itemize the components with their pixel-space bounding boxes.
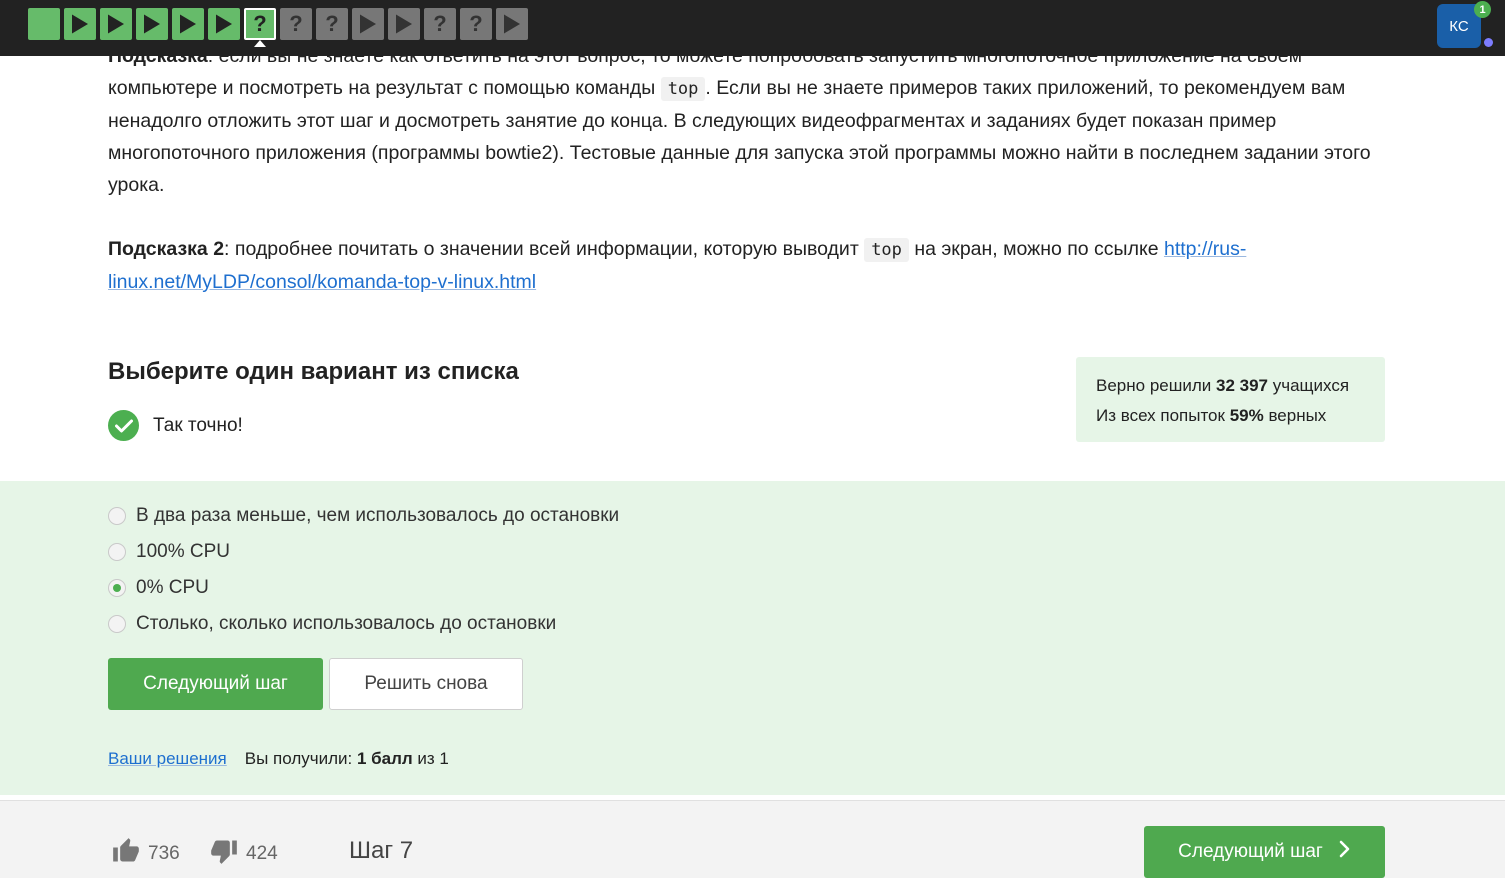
question-mark-icon: ?	[289, 11, 303, 36]
next-step-button[interactable]: Следующий шаг	[108, 658, 323, 710]
step-13-question[interactable]: ?	[460, 8, 492, 40]
chevron-right-icon	[1339, 840, 1351, 864]
step-content: Подсказка: если вы не знаете как ответит…	[108, 40, 1388, 298]
step-6-video[interactable]	[208, 8, 240, 40]
step-8-question[interactable]: ?	[280, 8, 312, 40]
play-icon	[180, 14, 196, 34]
step-footer: 736 424 Шаг 7 Следующий шаг	[0, 800, 1505, 878]
question-mark-icon: ?	[469, 11, 483, 36]
result-text: Так точно!	[153, 414, 243, 436]
step-11-video[interactable]	[388, 8, 420, 40]
step-12-question[interactable]: ?	[424, 8, 456, 40]
play-icon	[144, 14, 160, 34]
play-icon	[360, 14, 376, 34]
radio-button-selected[interactable]	[108, 579, 126, 597]
radio-button[interactable]	[108, 543, 126, 561]
answer-area: В два раза меньше, чем использовалось до…	[0, 481, 1505, 795]
score-text: Вы получили: 1 балл из 1	[244, 749, 449, 768]
stats-box: Верно решили 32 397 учащихся Из всех поп…	[1076, 357, 1385, 442]
step-progress-bar: ?????	[28, 8, 528, 47]
step-label: Шаг 7	[349, 837, 414, 864]
option-3[interactable]: 0% CPU	[108, 577, 209, 599]
step-10-video[interactable]	[352, 8, 384, 40]
question-mark-icon: ?	[433, 11, 447, 36]
option-label: 100% CPU	[136, 541, 230, 562]
step-9-question[interactable]: ?	[316, 8, 348, 40]
option-2[interactable]: 100% CPU	[108, 541, 230, 563]
option-4[interactable]: Столько, сколько использовалось до остан…	[108, 613, 556, 635]
footer-next-label: Следующий шаг	[1178, 841, 1323, 862]
option-label: 0% CPU	[136, 577, 209, 598]
play-icon	[504, 14, 520, 34]
option-label: В два раза меньше, чем использовалось до…	[136, 505, 620, 526]
radio-button[interactable]	[108, 615, 126, 633]
option-label: Столько, сколько использовалось до остан…	[136, 613, 557, 634]
notification-badge: 1	[1474, 1, 1491, 18]
play-icon	[396, 14, 412, 34]
hint-1-paragraph: Подсказка: если вы не знаете как ответит…	[108, 40, 1388, 201]
quiz-title: Выберите один вариант из списка	[108, 358, 519, 385]
play-icon	[72, 14, 88, 34]
like-count: 736	[148, 843, 180, 864]
dislike-count: 424	[246, 843, 278, 864]
dislike-button[interactable]: 424	[210, 837, 278, 871]
current-step-marker	[254, 40, 266, 47]
footer-next-step-button[interactable]: Следующий шаг	[1144, 826, 1385, 878]
check-circle-icon	[108, 410, 139, 441]
hint-2-paragraph: Подсказка 2: подробнее почитать о значен…	[108, 233, 1388, 298]
code-top: top	[864, 238, 909, 262]
play-icon	[108, 14, 124, 34]
your-solutions-link[interactable]: Ваши решения	[108, 749, 227, 769]
status-dot	[1484, 38, 1493, 47]
hint-2-text-continued: на экран, можно по ссылке	[908, 238, 1164, 260]
radio-button[interactable]	[108, 507, 126, 525]
top-bar: ????? КС 1	[0, 0, 1505, 56]
question-mark-icon: ?	[253, 11, 267, 36]
step-2-video[interactable]	[64, 8, 96, 40]
thumbs-down-icon	[210, 837, 238, 871]
thumbs-up-icon	[112, 837, 140, 871]
hint-2-text: : подробнее почитать о значении всей инф…	[224, 238, 865, 260]
hint-2-label: Подсказка 2	[108, 238, 225, 260]
step-3-video[interactable]	[100, 8, 132, 40]
step-4-video[interactable]	[136, 8, 168, 40]
attempts-stat: Из всех попыток 59% верных	[1096, 406, 1327, 425]
solved-stat: Верно решили 32 397 учащихся	[1096, 376, 1350, 395]
like-button[interactable]: 736	[112, 837, 180, 871]
solve-again-button[interactable]: Решить снова	[329, 658, 523, 710]
play-icon	[216, 14, 232, 34]
option-1[interactable]: В два раза меньше, чем использовалось до…	[108, 505, 619, 527]
step-5-video[interactable]	[172, 8, 204, 40]
result-message: Так точно!	[108, 410, 243, 441]
score-line: Ваши решения Вы получили: 1 балл из 1	[108, 749, 449, 769]
question-mark-icon: ?	[325, 11, 339, 36]
step-14-video[interactable]	[496, 8, 528, 40]
step-1-plain[interactable]	[28, 8, 60, 40]
code-top: top	[660, 77, 706, 101]
step-7-question[interactable]: ?	[244, 8, 276, 47]
